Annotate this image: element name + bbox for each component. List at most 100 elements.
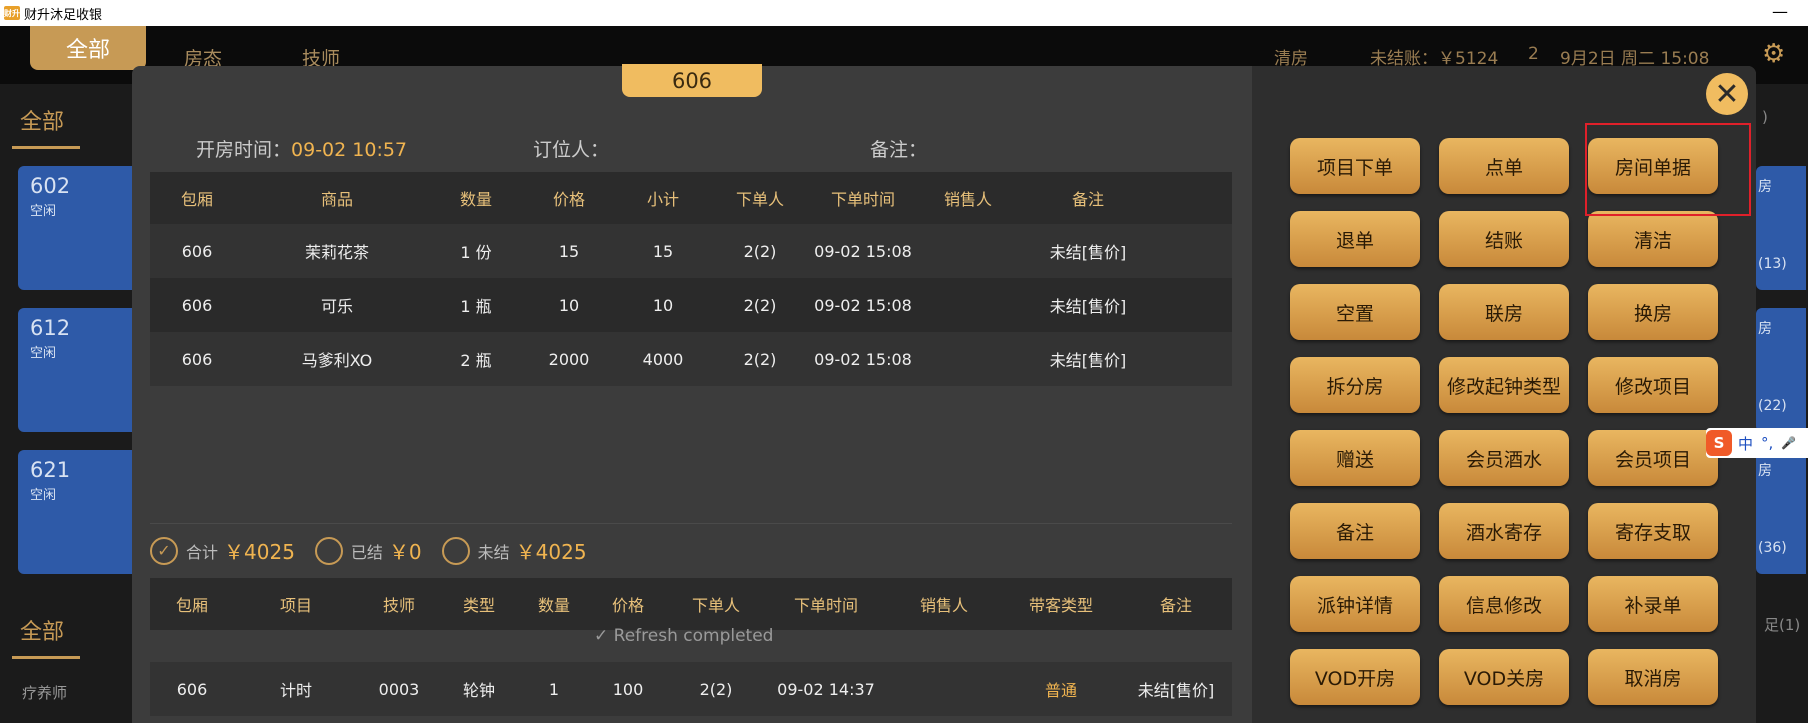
- btn-clean[interactable]: 清洁: [1588, 211, 1718, 267]
- column-header: 备注: [1020, 172, 1156, 224]
- room-number-tab: 606: [622, 64, 762, 97]
- table-cell: 606: [150, 278, 244, 332]
- unpaid-value: ￥4025: [515, 540, 587, 564]
- window-title: 财升沐足收银: [24, 7, 103, 23]
- gear-icon[interactable]: ⚙: [1762, 40, 1790, 68]
- btn-vod-open[interactable]: VOD开房: [1290, 649, 1420, 705]
- open-time: 开房时间：09-02 10:57: [196, 135, 407, 162]
- column-header: 类型: [440, 578, 518, 630]
- btn-cancel-order[interactable]: 退单: [1290, 211, 1420, 267]
- column-header: 价格: [522, 172, 616, 224]
- refresh-toast: ✓ Refresh completed: [594, 626, 773, 646]
- unpaid-label: 未结: [477, 542, 510, 562]
- table-cell: 普通: [1002, 662, 1120, 716]
- table-row[interactable]: 606 计时 0003 轮钟 1 100 2(2) 09-02 14:37 普通 未结[售价]: [150, 662, 1232, 716]
- highlight-box: [1585, 123, 1751, 216]
- minimize-button[interactable]: —: [1772, 2, 1788, 21]
- btn-edit-clock-type[interactable]: 修改起钟类型: [1439, 357, 1569, 413]
- table-row[interactable]: 606 马爹利XO 2 瓶 2000 4000 2(2) 09-02 15:08 未结[售价]: [150, 332, 1232, 386]
- column-header: 下单时间: [810, 172, 916, 224]
- btn-change-room[interactable]: 换房: [1588, 284, 1718, 340]
- column-header: 商品: [244, 172, 430, 224]
- services-table: 包厢 项目 技师 类型 数量 价格 下单人 下单时间 销售人 带客类型 备注 6…: [150, 578, 1232, 716]
- title-bar: 财升 财升沐足收银 —: [0, 0, 1808, 26]
- table-cell: 606: [150, 332, 244, 386]
- ime-punctuation[interactable]: °,: [1761, 434, 1773, 452]
- column-header: [1156, 172, 1232, 224]
- orders-header: 包厢 商品 数量 价格 小计 下单人 下单时间 销售人 备注: [150, 172, 1232, 224]
- btn-vacate[interactable]: 空置: [1290, 284, 1420, 340]
- table-cell: 马爹利XO: [244, 332, 430, 386]
- btn-gift[interactable]: 赠送: [1290, 430, 1420, 486]
- btn-item-order[interactable]: 项目下单: [1290, 138, 1420, 194]
- mic-icon[interactable]: 🎤: [1781, 436, 1796, 450]
- total-label: 合计: [186, 542, 219, 562]
- column-header: 数量: [430, 172, 522, 224]
- column-header: 下单人: [710, 172, 810, 224]
- btn-edit-info[interactable]: 信息修改: [1439, 576, 1569, 632]
- room-card-right[interactable]: 房 (36): [1756, 450, 1806, 574]
- left-header-underline: [12, 146, 80, 149]
- room-card-621[interactable]: 621 空闲: [18, 450, 138, 574]
- btn-order[interactable]: 点单: [1439, 138, 1569, 194]
- table-cell: [916, 332, 1020, 386]
- table-cell: 1 瓶: [430, 278, 522, 332]
- table-cell: 未结[售价]: [1020, 278, 1156, 332]
- room-card-602[interactable]: 602 空闲: [18, 166, 138, 290]
- ime-toolbar[interactable]: S 中 °, 🎤: [1706, 428, 1808, 458]
- table-cell: 2 瓶: [430, 332, 522, 386]
- table-cell: 未结[售价]: [1020, 224, 1156, 278]
- table-row[interactable]: 606 可乐 1 瓶 10 10 2(2) 09-02 15:08 未结[售价]: [150, 278, 1232, 332]
- btn-checkout[interactable]: 结账: [1439, 211, 1569, 267]
- left-header-all-2[interactable]: 全部: [20, 614, 64, 646]
- therapist-label: 疗养师: [22, 684, 68, 702]
- btn-link-room[interactable]: 联房: [1439, 284, 1569, 340]
- room-card-right[interactable]: 房 (13): [1756, 166, 1806, 290]
- table-cell: 茉莉花茶: [244, 224, 430, 278]
- btn-vod-close[interactable]: VOD关房: [1439, 649, 1569, 705]
- btn-dispatch-detail[interactable]: 派钟详情: [1290, 576, 1420, 632]
- orders-table: 包厢 商品 数量 价格 小计 下单人 下单时间 销售人 备注 606 茉莉花茶 1 …: [150, 172, 1232, 386]
- column-header: 销售人: [886, 578, 1002, 630]
- column-header: 包厢: [150, 172, 244, 224]
- table-cell: 100: [590, 662, 666, 716]
- btn-edit-item[interactable]: 修改项目: [1588, 357, 1718, 413]
- ime-mode[interactable]: 中: [1738, 433, 1753, 454]
- paid-label: 已结: [350, 542, 383, 562]
- summary-row: ✓ 合计 ￥4025 已结 ￥0 未结 ￥4025: [150, 536, 607, 565]
- room-count: (22): [1758, 398, 1787, 414]
- btn-note[interactable]: 备注: [1290, 503, 1420, 559]
- services-header: 包厢 项目 技师 类型 数量 价格 下单人 下单时间 销售人 带客类型 备注: [150, 578, 1232, 630]
- table-cell: 09-02 15:08: [810, 224, 916, 278]
- total-checkbox[interactable]: ✓: [150, 536, 178, 565]
- btn-supplement-order[interactable]: 补录单: [1588, 576, 1718, 632]
- close-icon[interactable]: ✕: [1706, 73, 1748, 115]
- btn-member-items[interactable]: 会员项目: [1588, 430, 1718, 486]
- btn-cancel-room[interactable]: 取消房: [1588, 649, 1718, 705]
- column-header: 下单时间: [766, 578, 886, 630]
- column-header: 下单人: [666, 578, 766, 630]
- table-cell: 09-02 15:08: [810, 332, 916, 386]
- table-row[interactable]: 606 茉莉花茶 1 份 15 15 2(2) 09-02 15:08 未结[售价]: [150, 224, 1232, 278]
- column-header: 小计: [616, 172, 710, 224]
- left-header-all[interactable]: 全部: [20, 104, 64, 136]
- btn-member-drinks[interactable]: 会员酒水: [1439, 430, 1569, 486]
- user-count: 2: [1528, 44, 1539, 64]
- btn-split-room[interactable]: 拆分房: [1290, 357, 1420, 413]
- column-header: 备注: [1120, 578, 1232, 630]
- table-cell: 轮钟: [440, 662, 518, 716]
- room-card-right[interactable]: 房 (22): [1756, 308, 1806, 432]
- btn-storage-withdraw[interactable]: 寄存支取: [1588, 503, 1718, 559]
- btn-drink-storage[interactable]: 酒水寄存: [1439, 503, 1569, 559]
- right-tag: ): [1762, 108, 1768, 126]
- table-cell: 2(2): [710, 278, 810, 332]
- room-label: 房: [1758, 321, 1772, 337]
- paid-checkbox[interactable]: [314, 536, 343, 565]
- room-card-612[interactable]: 612 空闲: [18, 308, 138, 432]
- table-cell: 未结[售价]: [1020, 332, 1156, 386]
- tab-all[interactable]: 全部: [30, 26, 146, 70]
- table-cell: 606: [150, 224, 244, 278]
- unpaid-checkbox[interactable]: [441, 536, 470, 565]
- table-cell: [1156, 278, 1232, 332]
- table-cell: 10: [522, 278, 616, 332]
